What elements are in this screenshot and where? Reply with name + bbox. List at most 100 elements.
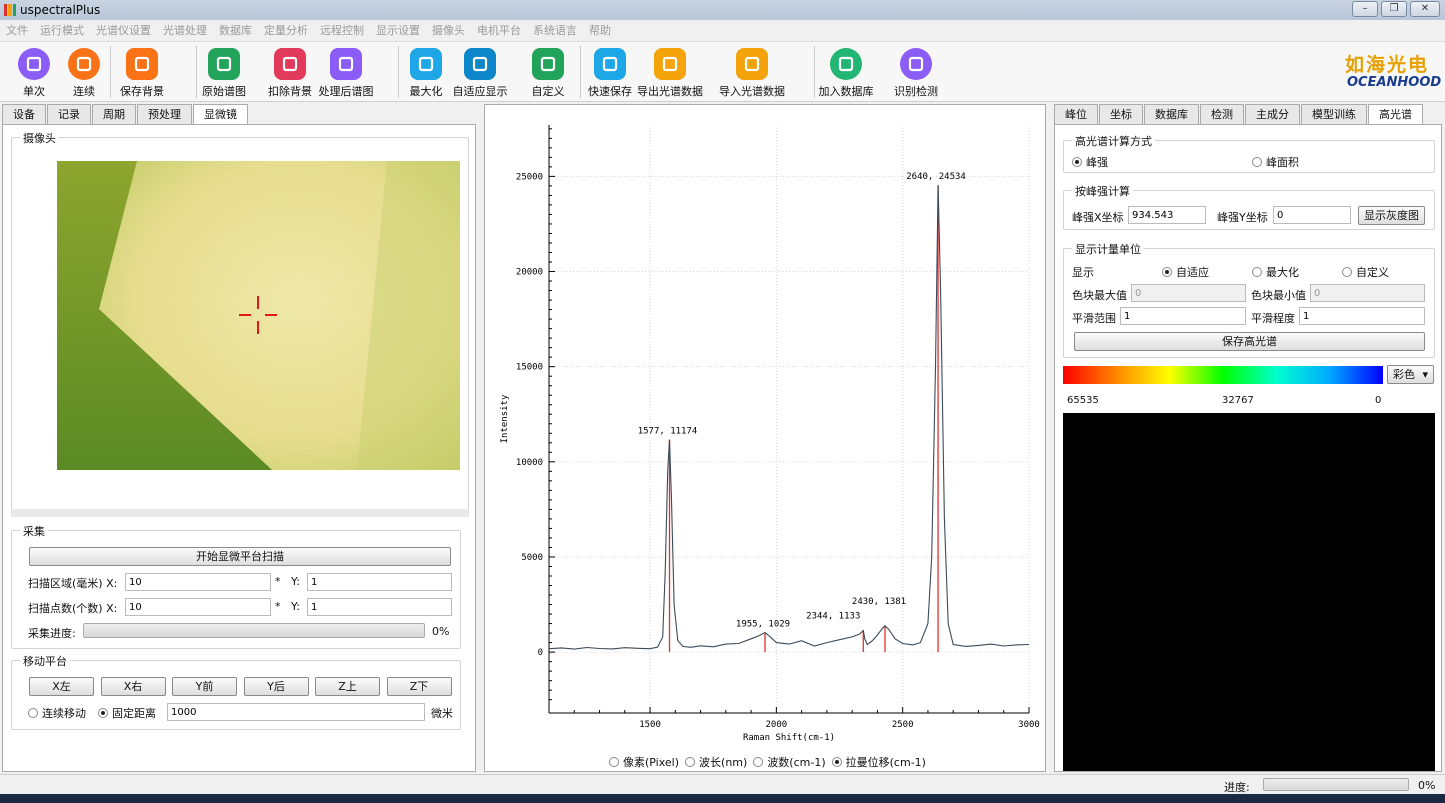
toolbar-button-9[interactable]: 快速保存 [584, 48, 636, 99]
toolbar-label-1: 连续 [73, 85, 95, 98]
left-tab-0[interactable]: 设备 [2, 104, 46, 124]
toolbar-button-0[interactable]: 单次 [14, 48, 54, 99]
menu-item-4[interactable]: 数据库 [213, 20, 258, 42]
save-hyperspectral-button[interactable]: 保存高光谱 [1074, 332, 1425, 351]
restore-button[interactable]: ❐ [1381, 1, 1407, 17]
toolbar-button-1[interactable]: 连续 [64, 48, 104, 99]
peak-y-input[interactable] [1273, 206, 1351, 224]
identify-icon [900, 48, 932, 80]
toolbar-button-3[interactable]: 原始谱图 [196, 48, 252, 99]
auto-radio[interactable]: 自适应 [1162, 264, 1209, 280]
display-label: 显示 [1072, 266, 1094, 279]
stage-button-4[interactable]: Z上 [315, 677, 380, 696]
scan-points-x-input[interactable] [125, 598, 271, 616]
right-tab-4[interactable]: 主成分 [1245, 104, 1300, 124]
toolbar-button-6[interactable]: 最大化 [406, 48, 446, 99]
peak-x-input[interactable] [1128, 206, 1206, 224]
scan-area-y-input[interactable] [307, 573, 452, 591]
chart-panel: 0 5000 10000 15000 20000 25000 1500 2000 2500 300… [484, 104, 1046, 772]
hyperspectral-image[interactable] [1063, 413, 1435, 771]
toolbar-button-7[interactable]: 自适应显示 [448, 48, 512, 99]
add-database-icon [830, 48, 862, 80]
spectrum-chart[interactable]: 0 5000 10000 15000 20000 25000 1500 2000 2500 300… [485, 105, 1045, 745]
right-tab-5[interactable]: 模型训练 [1301, 104, 1367, 124]
stage-button-1[interactable]: X右 [100, 677, 166, 696]
smooth-level-input[interactable] [1299, 307, 1425, 325]
camera-view[interactable] [57, 161, 460, 470]
block-min-label: 色块最小值 [1251, 289, 1306, 302]
left-tab-2[interactable]: 周期 [92, 104, 136, 124]
camera-splitter[interactable] [11, 509, 469, 517]
title-bar: uspectralPlus – ❐ ✕ [0, 0, 1445, 20]
dropdown-arrow-icon: ▾ [1422, 368, 1428, 381]
stage-button-5[interactable]: Z下 [386, 677, 452, 696]
toolbar-button-4[interactable]: 扣除背景 [265, 48, 315, 99]
menu-item-0[interactable]: 文件 [0, 20, 34, 42]
menu-item-2[interactable]: 光谱仪设置 [90, 20, 157, 42]
right-tab-1[interactable]: 坐标 [1099, 104, 1143, 124]
left-tab-1[interactable]: 记录 [47, 104, 91, 124]
maximize-radio[interactable]: 最大化 [1252, 264, 1299, 280]
stage-button-0[interactable]: X左 [29, 677, 94, 696]
menu-item-7[interactable]: 显示设置 [370, 20, 426, 42]
smooth-level-label: 平滑程度 [1251, 312, 1295, 325]
distance-unit: 微米 [431, 707, 453, 720]
stage-button-3[interactable]: Y后 [243, 677, 309, 696]
menu-item-11[interactable]: 帮助 [583, 20, 617, 42]
scan-points-y-label: Y: [291, 600, 300, 613]
toolbar-separator-0 [110, 46, 111, 98]
start-scan-button[interactable]: 开始显微平台扫描 [29, 547, 451, 566]
toolbar-button-8[interactable]: 自定义 [526, 48, 570, 99]
block-min-input[interactable] [1310, 284, 1425, 302]
peak-x-label: 峰强X坐标 [1072, 211, 1124, 224]
stage-button-2[interactable]: Y前 [172, 677, 237, 696]
toolbar-button-5[interactable]: 处理后谱图 [314, 48, 378, 99]
menu-item-10[interactable]: 系统语言 [527, 20, 583, 42]
status-progress-value: 0% [1418, 779, 1436, 792]
colormap-mid: 32767 [1222, 395, 1254, 406]
right-tab-3[interactable]: 检测 [1200, 104, 1244, 124]
menu-item-5[interactable]: 定量分析 [258, 20, 314, 42]
peak-area-radio[interactable]: 峰面积 [1252, 154, 1299, 170]
right-tab-6[interactable]: 高光谱 [1368, 104, 1423, 125]
toolbar-label-4: 扣除背景 [268, 85, 312, 98]
menu-item-6[interactable]: 远程控制 [314, 20, 370, 42]
toolbar-separator-2 [398, 46, 399, 98]
smooth-range-input[interactable] [1120, 307, 1246, 325]
menu-item-3[interactable]: 光谱处理 [157, 20, 213, 42]
progress-label: 采集进度: [28, 627, 76, 640]
scan-area-x-input[interactable] [125, 573, 271, 591]
menu-item-8[interactable]: 摄像头 [426, 20, 471, 42]
x-mode-radio-3[interactable]: 拉曼位移(cm-1) [831, 756, 926, 769]
minimize-button[interactable]: – [1352, 1, 1378, 17]
show-grayscale-button[interactable]: 显示灰度图 [1358, 206, 1425, 225]
close-button[interactable]: ✕ [1410, 1, 1440, 17]
continuous-move-radio[interactable]: 连续移动 [28, 705, 86, 721]
window-title: uspectralPlus [20, 3, 101, 17]
toolbar-button-10[interactable]: 导出光谱数据 [632, 48, 708, 99]
toolbar-button-13[interactable]: 识别检测 [886, 48, 946, 99]
fixed-distance-radio[interactable]: 固定距离 [98, 705, 156, 721]
distance-input[interactable] [167, 703, 425, 721]
custom-radio[interactable]: 自定义 [1342, 264, 1389, 280]
toolbar-button-12[interactable]: 加入数据库 [814, 48, 878, 99]
menu-item-1[interactable]: 运行模式 [34, 20, 90, 42]
toolbar-button-2[interactable]: 保存背景 [112, 48, 172, 99]
block-max-input[interactable] [1131, 284, 1246, 302]
menu-item-9[interactable]: 电机平台 [471, 20, 527, 42]
toolbar-button-11[interactable]: 导入光谱数据 [712, 48, 792, 99]
scan-points-y-input[interactable] [307, 598, 452, 616]
peak-intensity-radio[interactable]: 峰强 [1072, 154, 1108, 170]
x-tick-label-3: 3000 [1018, 720, 1040, 730]
x-mode-radio-1[interactable]: 波长(nm) [685, 756, 747, 769]
x-mode-radio-2[interactable]: 波数(cm-1) [753, 756, 826, 769]
x-mode-radio-0[interactable]: 像素(Pixel) [609, 756, 679, 769]
right-tab-0[interactable]: 峰位 [1054, 104, 1098, 124]
colormap-select[interactable]: 彩色 ▾ [1387, 365, 1434, 384]
left-tab-4[interactable]: 显微镜 [193, 104, 248, 125]
maximize-icon [410, 48, 442, 80]
right-tab-2[interactable]: 数据库 [1144, 104, 1199, 124]
os-taskbar [0, 794, 1445, 803]
left-tab-3[interactable]: 预处理 [137, 104, 192, 124]
colormap-bar [1063, 366, 1383, 384]
